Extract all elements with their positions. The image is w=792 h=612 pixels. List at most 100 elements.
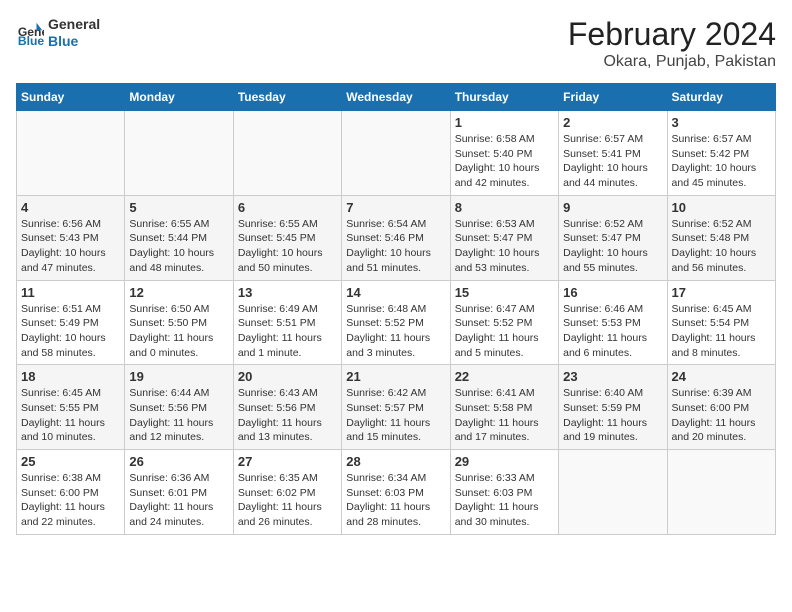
calendar-cell: 12Sunrise: 6:50 AMSunset: 5:50 PMDayligh… <box>125 280 233 365</box>
day-number: 6 <box>238 200 337 215</box>
calendar-cell <box>667 450 775 535</box>
day-info: Sunrise: 6:43 AMSunset: 5:56 PMDaylight:… <box>238 386 337 445</box>
calendar-cell: 10 Sunrise: 6:52 AMSunset: 5:48 PMDayligh… <box>667 195 775 280</box>
calendar-week-row: 1 Sunrise: 6:58 AMSunset: 5:40 PMDaylight… <box>17 111 776 196</box>
day-info: Sunrise: 6:46 AMSunset: 5:53 PMDaylight:… <box>563 302 662 361</box>
day-number: 16 <box>563 285 662 300</box>
weekday-header: Thursday <box>450 84 558 111</box>
day-number: 27 <box>238 454 337 469</box>
calendar-cell: 29Sunrise: 6:33 AMSunset: 6:03 PMDayligh… <box>450 450 558 535</box>
day-info: Sunrise: 6:52 AMSunset: 5:47 PMDaylight:… <box>563 217 662 276</box>
day-number: 13 <box>238 285 337 300</box>
day-number: 7 <box>346 200 445 215</box>
day-info: Sunrise: 6:55 AMSunset: 5:44 PMDaylight:… <box>129 217 228 276</box>
day-number: 28 <box>346 454 445 469</box>
svg-text:Blue: Blue <box>18 34 44 47</box>
day-number: 8 <box>455 200 554 215</box>
day-number: 1 <box>455 115 554 130</box>
day-info: Sunrise: 6:40 AMSunset: 5:59 PMDaylight:… <box>563 386 662 445</box>
calendar-cell: 27 Sunrise: 6:35 AMSunset: 6:02 PMDayligh… <box>233 450 341 535</box>
calendar-cell: 23Sunrise: 6:40 AMSunset: 5:59 PMDayligh… <box>559 365 667 450</box>
weekday-header: Saturday <box>667 84 775 111</box>
weekday-header: Wednesday <box>342 84 450 111</box>
logo-blue-text: Blue <box>48 33 100 50</box>
page-header: Gene Blue General Blue February 2024 Oka… <box>16 16 776 71</box>
day-number: 17 <box>672 285 771 300</box>
calendar-cell: 20 Sunrise: 6:43 AMSunset: 5:56 PMDayligh… <box>233 365 341 450</box>
calendar-cell: 22Sunrise: 6:41 AMSunset: 5:58 PMDayligh… <box>450 365 558 450</box>
day-info: Sunrise: 6:54 AMSunset: 5:46 PMDaylight:… <box>346 217 445 276</box>
weekday-header: Sunday <box>17 84 125 111</box>
calendar-cell: 17 Sunrise: 6:45 AMSunset: 5:54 PMDayligh… <box>667 280 775 365</box>
day-number: 24 <box>672 369 771 384</box>
weekday-header: Monday <box>125 84 233 111</box>
calendar-cell: 6Sunrise: 6:55 AMSunset: 5:45 PMDaylight… <box>233 195 341 280</box>
day-info: Sunrise: 6:47 AMSunset: 5:52 PMDaylight:… <box>455 302 554 361</box>
calendar-cell: 7 Sunrise: 6:54 AMSunset: 5:46 PMDaylight… <box>342 195 450 280</box>
day-info: Sunrise: 6:53 AMSunset: 5:47 PMDaylight:… <box>455 217 554 276</box>
calendar-cell: 14Sunrise: 6:48 AMSunset: 5:52 PMDayligh… <box>342 280 450 365</box>
day-info: Sunrise: 6:57 AMSunset: 5:42 PMDaylight:… <box>672 132 771 191</box>
calendar-cell: 5 Sunrise: 6:55 AMSunset: 5:44 PMDaylight… <box>125 195 233 280</box>
day-info: Sunrise: 6:39 AMSunset: 6:00 PMDaylight:… <box>672 386 771 445</box>
page-title: February 2024 <box>568 16 776 53</box>
day-number: 29 <box>455 454 554 469</box>
calendar-cell <box>17 111 125 196</box>
calendar-week-row: 11 Sunrise: 6:51 AMSunset: 5:49 PMDayligh… <box>17 280 776 365</box>
calendar-cell: 16 Sunrise: 6:46 AMSunset: 5:53 PMDayligh… <box>559 280 667 365</box>
calendar-table: SundayMondayTuesdayWednesdayThursdayFrid… <box>16 83 776 535</box>
day-info: Sunrise: 6:36 AMSunset: 6:01 PMDaylight:… <box>129 471 228 530</box>
calendar-cell: 21Sunrise: 6:42 AMSunset: 5:57 PMDayligh… <box>342 365 450 450</box>
calendar-cell: 28 Sunrise: 6:34 AMSunset: 6:03 PMDayligh… <box>342 450 450 535</box>
day-number: 25 <box>21 454 120 469</box>
logo: Gene Blue General Blue <box>16 16 100 50</box>
day-info: Sunrise: 6:58 AMSunset: 5:40 PMDaylight:… <box>455 132 554 191</box>
day-info: Sunrise: 6:45 AMSunset: 5:55 PMDaylight:… <box>21 386 120 445</box>
calendar-cell: 25 Sunrise: 6:38 AMSunset: 6:00 PMDayligh… <box>17 450 125 535</box>
day-number: 2 <box>563 115 662 130</box>
header-row: SundayMondayTuesdayWednesdayThursdayFrid… <box>17 84 776 111</box>
day-info: Sunrise: 6:56 AMSunset: 5:43 PMDaylight:… <box>21 217 120 276</box>
day-number: 20 <box>238 369 337 384</box>
day-number: 5 <box>129 200 228 215</box>
calendar-cell: 3Sunrise: 6:57 AMSunset: 5:42 PMDaylight… <box>667 111 775 196</box>
day-number: 12 <box>129 285 228 300</box>
day-info: Sunrise: 6:42 AMSunset: 5:57 PMDaylight:… <box>346 386 445 445</box>
calendar-cell: 15 Sunrise: 6:47 AMSunset: 5:52 PMDayligh… <box>450 280 558 365</box>
logo-general-text: General <box>48 16 100 33</box>
calendar-cell: 2 Sunrise: 6:57 AMSunset: 5:41 PMDaylight… <box>559 111 667 196</box>
logo-icon: Gene Blue <box>16 19 44 47</box>
weekday-header: Friday <box>559 84 667 111</box>
day-info: Sunrise: 6:44 AMSunset: 5:56 PMDaylight:… <box>129 386 228 445</box>
calendar-cell: 24 Sunrise: 6:39 AMSunset: 6:00 PMDayligh… <box>667 365 775 450</box>
day-info: Sunrise: 6:57 AMSunset: 5:41 PMDaylight:… <box>563 132 662 191</box>
day-number: 4 <box>21 200 120 215</box>
calendar-cell: 8 Sunrise: 6:53 AMSunset: 5:47 PMDaylight… <box>450 195 558 280</box>
page-subtitle: Okara, Punjab, Pakistan <box>568 53 776 71</box>
day-number: 18 <box>21 369 120 384</box>
day-info: Sunrise: 6:49 AMSunset: 5:51 PMDaylight:… <box>238 302 337 361</box>
day-number: 22 <box>455 369 554 384</box>
day-info: Sunrise: 6:38 AMSunset: 6:00 PMDaylight:… <box>21 471 120 530</box>
day-info: Sunrise: 6:45 AMSunset: 5:54 PMDaylight:… <box>672 302 771 361</box>
calendar-cell: 11 Sunrise: 6:51 AMSunset: 5:49 PMDayligh… <box>17 280 125 365</box>
calendar-week-row: 18 Sunrise: 6:45 AMSunset: 5:55 PMDayligh… <box>17 365 776 450</box>
day-number: 10 <box>672 200 771 215</box>
calendar-cell: 4 Sunrise: 6:56 AMSunset: 5:43 PMDaylight… <box>17 195 125 280</box>
calendar-cell: 26 Sunrise: 6:36 AMSunset: 6:01 PMDayligh… <box>125 450 233 535</box>
calendar-cell <box>233 111 341 196</box>
calendar-cell <box>125 111 233 196</box>
calendar-cell: 13 Sunrise: 6:49 AMSunset: 5:51 PMDayligh… <box>233 280 341 365</box>
calendar-cell <box>342 111 450 196</box>
day-number: 26 <box>129 454 228 469</box>
day-number: 9 <box>563 200 662 215</box>
day-info: Sunrise: 6:34 AMSunset: 6:03 PMDaylight:… <box>346 471 445 530</box>
calendar-cell: 19Sunrise: 6:44 AMSunset: 5:56 PMDayligh… <box>125 365 233 450</box>
day-number: 11 <box>21 285 120 300</box>
calendar-week-row: 4 Sunrise: 6:56 AMSunset: 5:43 PMDaylight… <box>17 195 776 280</box>
day-number: 15 <box>455 285 554 300</box>
day-info: Sunrise: 6:52 AMSunset: 5:48 PMDaylight:… <box>672 217 771 276</box>
calendar-cell: 1 Sunrise: 6:58 AMSunset: 5:40 PMDaylight… <box>450 111 558 196</box>
day-info: Sunrise: 6:51 AMSunset: 5:49 PMDaylight:… <box>21 302 120 361</box>
day-info: Sunrise: 6:35 AMSunset: 6:02 PMDaylight:… <box>238 471 337 530</box>
